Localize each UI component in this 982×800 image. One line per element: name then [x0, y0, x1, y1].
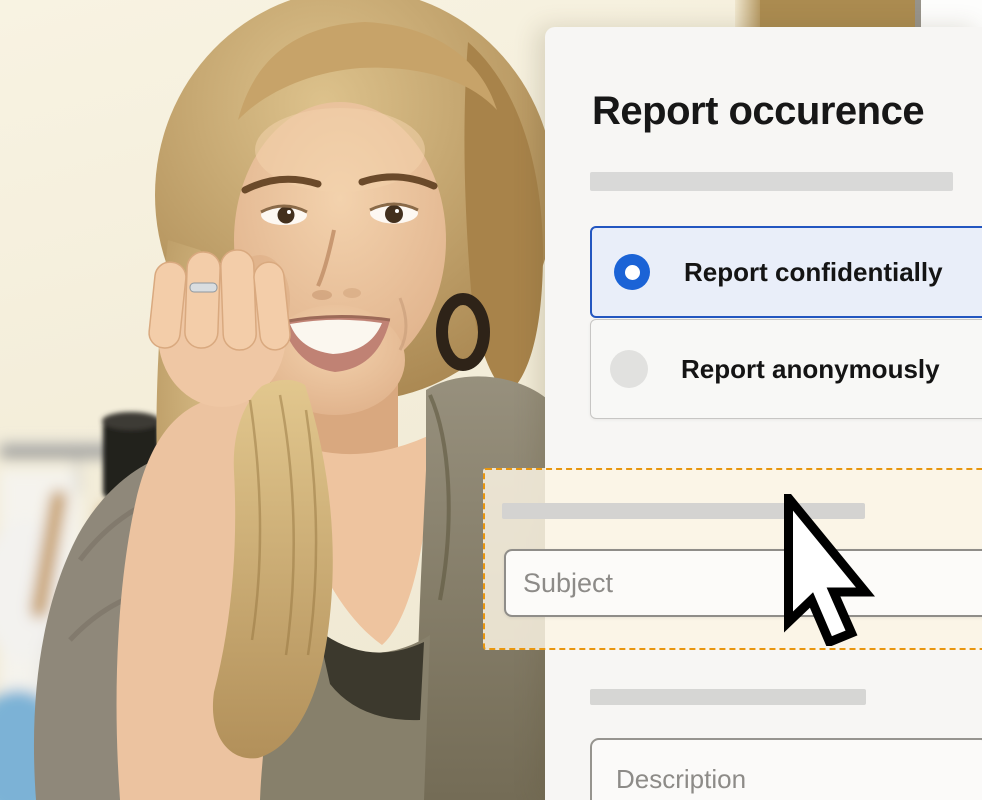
ring [190, 283, 217, 292]
option-report-confidentially[interactable]: Report confidentially [590, 226, 982, 318]
radio-selected-icon[interactable] [614, 254, 650, 290]
option-label: Report anonymously [681, 354, 940, 385]
screenshot-stage: Report occurence Report confidentially R… [0, 0, 982, 800]
report-form-panel: Report occurence Report confidentially R… [545, 27, 982, 800]
skeleton-subject-label-bar [502, 503, 865, 519]
radio-unselected-icon[interactable] [610, 350, 648, 388]
skeleton-label-bar [590, 172, 953, 191]
subject-highlight-zone [483, 468, 982, 650]
subject-input[interactable] [504, 549, 982, 617]
wood-beam [735, 0, 982, 30]
radio-dot [625, 265, 640, 280]
option-label: Report confidentially [684, 257, 943, 288]
form-title: Report occurence [592, 89, 924, 134]
skeleton-description-label-bar [590, 689, 866, 705]
description-input[interactable] [590, 738, 982, 800]
option-report-anonymously[interactable]: Report anonymously [590, 319, 982, 419]
